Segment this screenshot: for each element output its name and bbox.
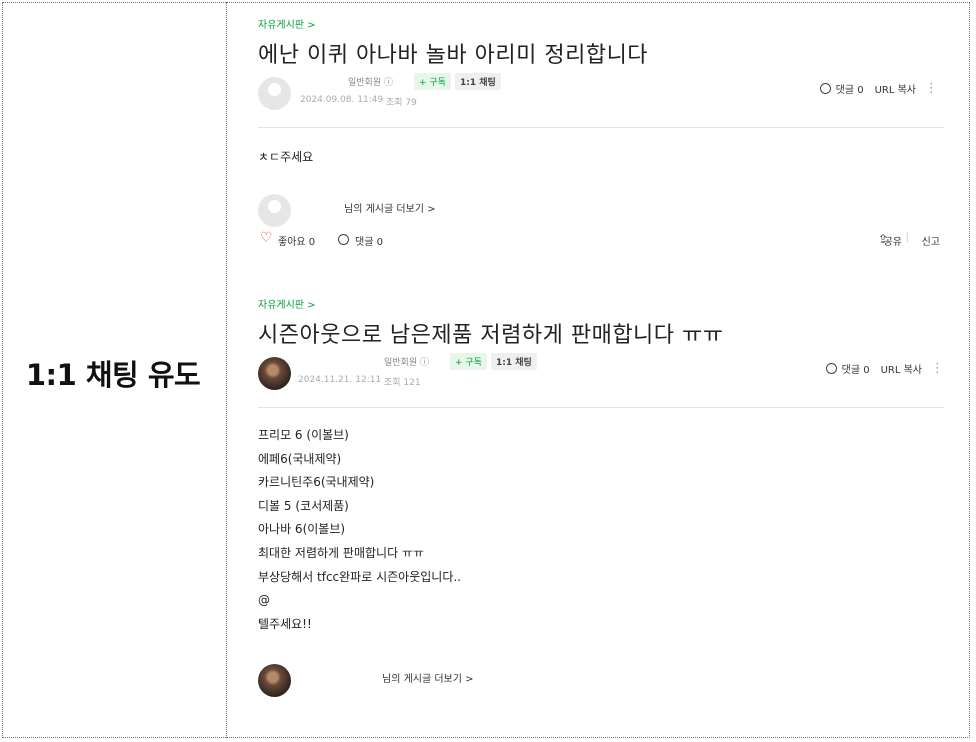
author-avatar[interactable]: [258, 664, 291, 698]
subscribe-button[interactable]: + 구독: [414, 73, 451, 90]
heart-icon[interactable]: ♡: [260, 230, 273, 246]
body-line: 카르니틴주6(국내제약): [258, 475, 375, 490]
body-line: 디볼 5 (코서제품): [258, 498, 349, 513]
like-count[interactable]: 좋아요 0: [278, 233, 315, 248]
body-line: 부상당해서 tfcc완파로 시즌아웃입니다..: [258, 569, 461, 584]
post-date: 2024.11.21. 12:11: [298, 375, 382, 385]
separator: [258, 407, 944, 408]
post-title: 시즌아웃으로 남은제품 저렴하게 판매합니다 ㅠㅠ: [258, 323, 724, 348]
post-body: 프리모 6 (이볼브) 에페6(국내제약) 카르니틴주6(국내제약) 디볼 5 …: [258, 424, 944, 636]
post-date: 2024.09.08. 11:49: [300, 95, 384, 105]
comment-icon: [338, 233, 349, 245]
body-line: 아나바 6(이볼브): [258, 522, 346, 537]
more-posts-link[interactable]: 님의 게시글 더보기 >: [382, 670, 474, 685]
more-options-icon[interactable]: ⋮: [931, 361, 944, 376]
post-body: ㅊㄷ주세요: [258, 146, 944, 170]
url-copy-button[interactable]: URL 복사: [875, 81, 916, 96]
more-options-icon[interactable]: ⋮: [925, 81, 938, 96]
chat-button[interactable]: 1:1 채팅: [455, 73, 501, 90]
category-label: 1:1 채팅 유도: [25, 358, 201, 392]
board-link[interactable]: 자유게시판 >: [258, 296, 944, 311]
more-posts-row: 님의 게시글 더보기 >: [258, 658, 944, 698]
avatar[interactable]: [258, 357, 291, 390]
column-divider: [226, 2, 227, 738]
comment-bottom[interactable]: 댓글 0: [355, 233, 383, 248]
view-count: 조회 121: [384, 378, 421, 388]
body-line: 최대한 저렴하게 판매합니다 ㅠㅠ: [258, 545, 425, 560]
subscribe-button[interactable]: + 구독: [450, 353, 487, 370]
comment-icon: [819, 83, 831, 94]
post-top-actions: 댓글 0 URL 복사 ⋮: [819, 81, 938, 96]
body-line: 프리모 6 (이볼브): [258, 428, 349, 442]
share-button[interactable]: 공유: [884, 233, 902, 248]
separator: [258, 127, 944, 128]
action-divider: |: [905, 231, 909, 243]
more-posts-link[interactable]: 님의 게시글 더보기 >: [344, 200, 436, 215]
view-count: 조회 79: [386, 98, 417, 108]
avatar[interactable]: [258, 77, 291, 110]
post-meta: 일반회원 ⓘ + 구독 1:1 채팅 2024.11.21. 12:11 조회 …: [258, 351, 944, 395]
post-meta: 일반회원 ⓘ + 구독 1:1 채팅 2024.09.08. 11:49 조회 …: [258, 71, 944, 115]
member-role: 일반회원 ⓘ: [348, 78, 393, 88]
chat-button[interactable]: 1:1 채팅: [491, 353, 537, 370]
comment-count[interactable]: 댓글 0: [836, 81, 864, 96]
post-top-actions: 댓글 0 URL 복사 ⋮: [825, 361, 944, 376]
body-line: @: [258, 593, 270, 608]
post-1: 자유게시판 > 에난 이퀴 아나바 놀바 아리미 정리합니다 일반회원 ⓘ + …: [258, 16, 944, 252]
post-title: 에난 이퀴 아나바 놀바 아리미 정리합니다: [258, 43, 649, 68]
report-button[interactable]: 신고: [922, 233, 940, 248]
post-2: 자유게시판 > 시즌아웃으로 남은제품 저렴하게 판매합니다 ㅠㅠ 일반회원 ⓘ…: [258, 296, 944, 698]
member-role: 일반회원 ⓘ: [384, 358, 429, 368]
body-line: 텔주세요!!: [258, 616, 312, 631]
more-posts-row: 님의 게시글 더보기 >: [258, 188, 944, 227]
comment-icon: [825, 363, 837, 374]
body-line: ㅊㄷ주세요: [258, 150, 314, 164]
author-avatar[interactable]: [258, 193, 291, 227]
comment-count[interactable]: 댓글 0: [842, 361, 870, 376]
board-link[interactable]: 자유게시판 >: [258, 16, 944, 31]
url-copy-button[interactable]: URL 복사: [881, 361, 922, 376]
post-bottom-actions: ♡ 좋아요 0 댓글 0 ⇪ 공유 | 신고: [258, 230, 944, 252]
body-line: 에페6(국내제약): [258, 451, 342, 466]
